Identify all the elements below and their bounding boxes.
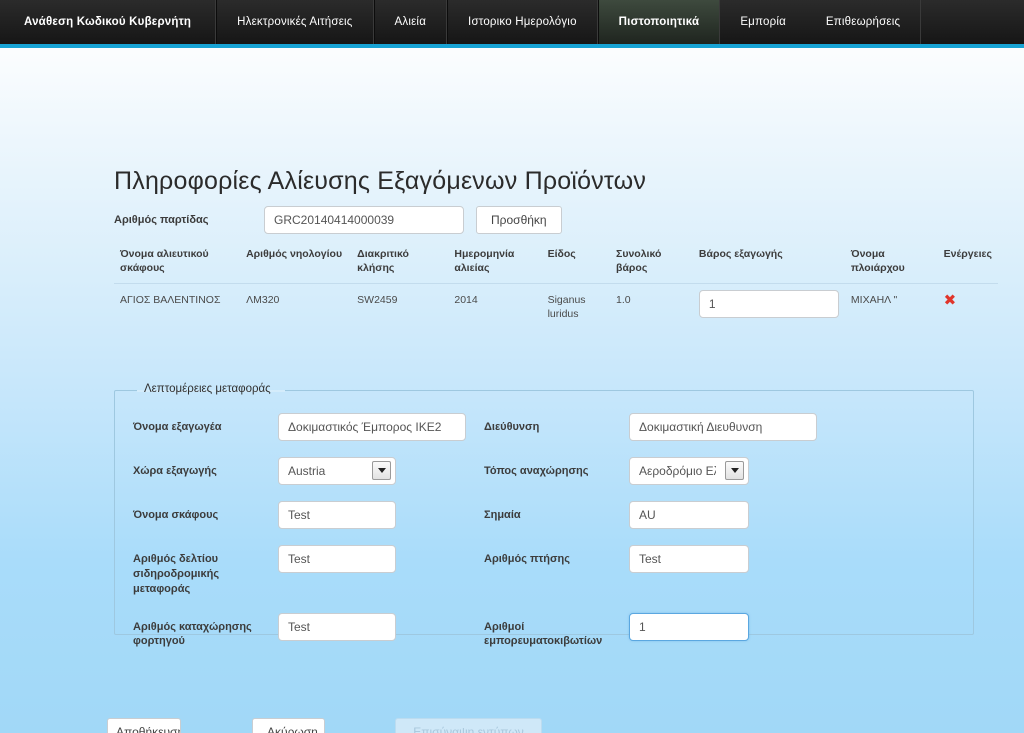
departure-place-label: Τόπος αναχώρησης	[484, 465, 589, 477]
truck-registration-field	[278, 612, 398, 641]
export-weight-input[interactable]	[698, 290, 839, 319]
col-fishing-date: Ημερομηνία αλιείας	[448, 244, 542, 285]
nav-item-electronic-applications[interactable]: Ηλεκτρονικές Αιτήσεις	[216, 0, 374, 44]
export-country-label: Χώρα εξαγωγής	[133, 465, 217, 477]
export-country-select-wrap: Austria	[278, 457, 396, 485]
nav-item-label: Ηλεκτρονικές Αιτήσεις	[237, 16, 353, 28]
departure-place-select-wrap: Αεροδρόμιο Ελ.	[629, 457, 749, 485]
main-navigation: Ανάθεση Κωδικού Κυβερνήτη Ηλεκτρονικές Α…	[0, 0, 1024, 48]
transfer-details-fieldset: Λεπτομέρειες μεταφοράς Όνομα εξαγωγέα Δι…	[114, 383, 974, 647]
nav-item-certificates[interactable]: Πιστοποιητικά	[597, 0, 721, 44]
add-batch-button[interactable]: Προσθήκη	[476, 206, 562, 234]
export-country-select[interactable]: Austria	[278, 457, 396, 485]
cell-actions: ✖	[938, 284, 998, 331]
address-input[interactable]	[629, 413, 817, 441]
nav-item-label: Πιστοποιητικά	[618, 16, 700, 28]
rail-bill-number-label: Αριθμός δελτίου σιδηροδρομικής μεταφοράς	[133, 553, 220, 595]
flag-field	[629, 501, 749, 529]
col-registration-number: Αριθμός νηολογίου	[240, 244, 352, 285]
nav-item-label: Επιθεωρήσεις	[825, 16, 901, 28]
nav-item-label: Ιστορικο Ημερολόγιο	[468, 16, 577, 28]
transfer-details-legend: Λεπτομέρειες μεταφοράς	[144, 383, 271, 395]
nav-item-label: Ανάθεση Κωδικού Κυβερνήτη	[24, 16, 192, 28]
nav-item-label: Αλιεία	[394, 16, 427, 28]
batch-number-input[interactable]	[264, 206, 464, 234]
col-species: Είδος	[541, 244, 611, 285]
rail-bill-number-field	[278, 545, 398, 573]
cancel-button[interactable]: Ακύρωση	[252, 718, 325, 733]
transfer-vessel-name-field	[278, 501, 398, 529]
truck-registration-label: Αριθμός καταχώρησης φορτηγού	[133, 620, 252, 648]
exporter-name-field	[278, 413, 466, 441]
delete-x-icon[interactable]: ✖	[944, 293, 957, 308]
flag-label: Σημαία	[484, 509, 521, 521]
row-rail-flight: Αριθμός δελτίου σιδηροδρομικής μεταφοράς…	[115, 545, 973, 597]
catch-table: Όνομα αλιευτικού σκάφους Αριθμός νηολογί…	[114, 244, 998, 331]
catch-table-body: ΑΓΙΟΣ ΒΑΛΕΝΤΙΝΟΣ ΛΜ320 SW2459 2014 Sigan…	[114, 284, 998, 331]
container-numbers-field	[629, 612, 749, 641]
flight-number-input[interactable]	[629, 545, 749, 573]
catch-table-head: Όνομα αλιευτικού σκάφους Αριθμός νηολογί…	[114, 244, 998, 285]
rail-bill-number-input[interactable]	[278, 545, 396, 573]
container-numbers-label: Αριθμοί εμπορευματοκιβωτίων	[484, 620, 603, 648]
table-row: ΑΓΙΟΣ ΒΑΛΕΝΤΙΝΟΣ ΛΜ320 SW2459 2014 Sigan…	[114, 284, 998, 331]
table-header-row: Όνομα αλιευτικού σκάφους Αριθμός νηολογί…	[114, 244, 998, 285]
exporter-name-input[interactable]	[278, 413, 466, 441]
transfer-vessel-name-label: Όνομα σκάφους	[133, 509, 219, 521]
cell-fishing-date: 2014	[454, 294, 478, 307]
nav-spacer	[920, 0, 1024, 44]
batch-number-label: Αριθμός παρτίδας	[114, 214, 209, 226]
departure-place-field: Αεροδρόμιο Ελ.	[629, 457, 749, 485]
flight-number-field	[629, 545, 749, 573]
form-actions: Αποθήκευση Ακύρωση Επισύναψη εντύπων	[107, 718, 542, 733]
cell-total-weight: 1.0	[616, 294, 631, 307]
address-field	[629, 413, 817, 441]
flight-number-label: Αριθμός πτήσης	[484, 553, 570, 565]
departure-place-select[interactable]: Αεροδρόμιο Ελ.	[629, 457, 749, 485]
col-master-name: Όνομα πλοιάρχου	[844, 244, 938, 285]
exporter-name-label: Όνομα εξαγωγέα	[133, 421, 222, 433]
cell-species: Siganus luridus	[547, 294, 586, 321]
address-label: Διεύθυνση	[484, 421, 540, 433]
transfer-details-grid: Όνομα εξαγωγέα Διεύθυνση Χώρα εξαγωγής A…	[115, 413, 973, 663]
transfer-vessel-name-input[interactable]	[278, 501, 396, 529]
col-vessel-name: Όνομα αλιευτικού σκάφους	[114, 244, 241, 285]
flag-input[interactable]	[629, 501, 749, 529]
nav-item-inspections[interactable]: Επιθεωρήσεις	[806, 0, 920, 44]
cell-call-sign: SW2459	[357, 294, 398, 307]
row-truck-containers: Αριθμός καταχώρησης φορτηγού Αριθμοί εμπ…	[115, 612, 973, 650]
export-country-field: Austria	[278, 457, 398, 485]
row-exporter-address: Όνομα εξαγωγέα Διεύθυνση	[115, 413, 973, 443]
nav-item-trade[interactable]: Εμπορία	[720, 0, 806, 44]
nav-item-brand[interactable]: Ανάθεση Κωδικού Κυβερνήτη	[0, 0, 217, 44]
batch-number-row: Αριθμός παρτίδας Προσθήκη	[114, 206, 994, 234]
col-total-weight: Συνολικό βάρος	[610, 244, 693, 285]
col-call-sign: Διακριτικό κλήσης	[351, 244, 449, 285]
col-actions: Ενέργειες	[937, 244, 998, 285]
cell-master-name: ΜΙΧΑΗΛ "	[850, 294, 898, 307]
row-vessel-flag: Όνομα σκάφους Σημαία	[115, 501, 973, 531]
cell-registration-number: ΛΜ320	[246, 294, 280, 307]
row-country-departure: Χώρα εξαγωγής Austria Τόπος αναχώρησης Α…	[115, 457, 973, 487]
nav-item-label: Εμπορία	[740, 16, 786, 28]
cell-export-weight	[693, 284, 845, 331]
cell-vessel-name: ΑΓΙΟΣ ΒΑΛΕΝΤΙΝΟΣ	[120, 294, 221, 307]
page-title: Πληροφορίες Αλίευσης Εξαγόμενων Προϊόντω…	[114, 167, 647, 195]
attach-forms-button[interactable]: Επισύναψη εντύπων	[395, 718, 542, 733]
nav-item-logbook-history[interactable]: Ιστορικο Ημερολόγιο	[447, 0, 598, 44]
container-numbers-input[interactable]	[629, 612, 749, 641]
nav-item-fishing[interactable]: Αλιεία	[373, 0, 448, 44]
save-button[interactable]: Αποθήκευση	[107, 718, 181, 733]
col-export-weight: Βάρος εξαγωγής	[692, 244, 845, 285]
truck-registration-input[interactable]	[278, 612, 396, 641]
